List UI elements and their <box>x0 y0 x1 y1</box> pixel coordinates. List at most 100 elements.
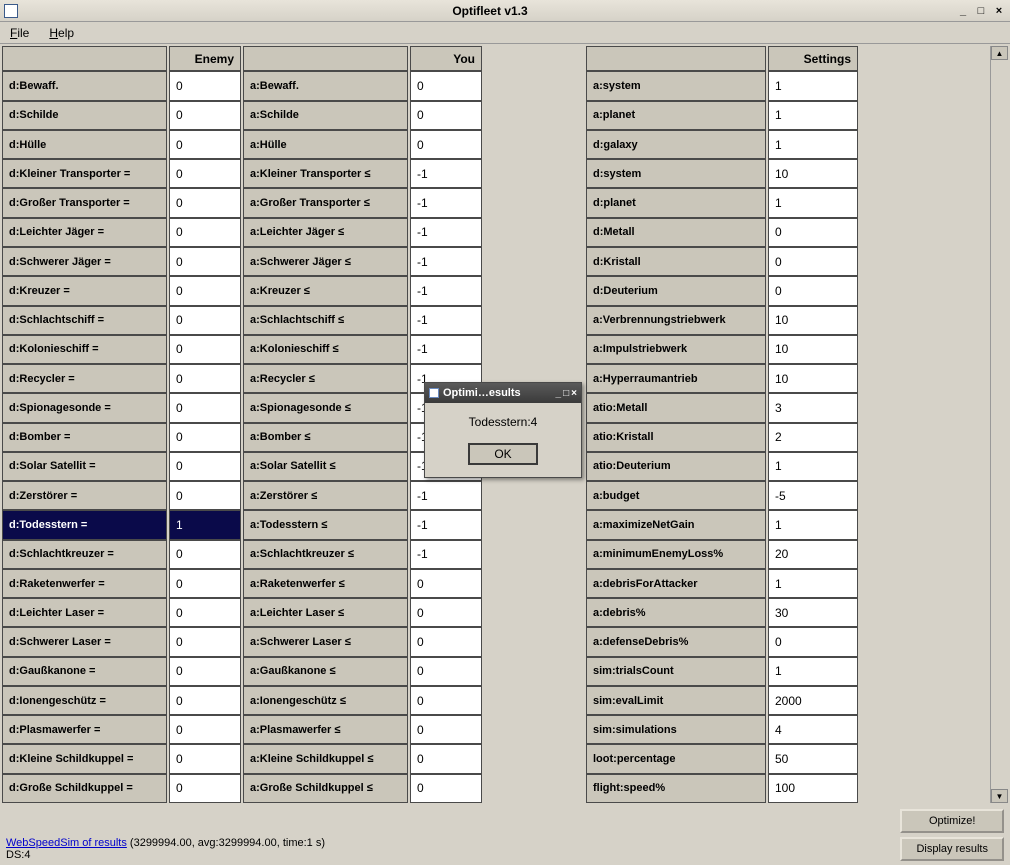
you-row-value[interactable]: 0 <box>410 101 482 130</box>
you-row-value[interactable]: -1 <box>410 276 482 305</box>
you-row-label[interactable]: a:Zerstörer ≤ <box>243 481 408 510</box>
enemy-row-label[interactable]: d:Zerstörer = <box>2 481 167 510</box>
enemy-row-label[interactable]: d:Bomber = <box>2 423 167 452</box>
you-row-value[interactable]: 0 <box>410 130 482 159</box>
enemy-row-value[interactable]: 0 <box>169 130 241 159</box>
dialog-close-button[interactable]: × <box>571 388 577 399</box>
settings-row-value[interactable]: 0 <box>768 218 858 247</box>
enemy-row-value[interactable]: 0 <box>169 247 241 276</box>
you-row-value[interactable]: 0 <box>410 569 482 598</box>
settings-row-value[interactable]: 20 <box>768 540 858 569</box>
you-row-value[interactable]: -1 <box>410 481 482 510</box>
enemy-row-label[interactable]: d:Leichter Jäger = <box>2 218 167 247</box>
settings-row-value[interactable]: -5 <box>768 481 858 510</box>
settings-row-value[interactable]: 3 <box>768 393 858 422</box>
settings-row-value[interactable]: 30 <box>768 598 858 627</box>
settings-row-label[interactable]: a:Verbrennungstriebwerk <box>586 306 766 335</box>
enemy-row-value[interactable]: 0 <box>169 335 241 364</box>
enemy-row-value[interactable]: 0 <box>169 657 241 686</box>
settings-row-value[interactable]: 1 <box>768 452 858 481</box>
settings-row-value[interactable]: 0 <box>768 276 858 305</box>
settings-row-value[interactable]: 1 <box>768 130 858 159</box>
enemy-row-value[interactable]: 0 <box>169 686 241 715</box>
enemy-row-value[interactable]: 0 <box>169 744 241 773</box>
settings-row-value[interactable]: 4 <box>768 715 858 744</box>
settings-row-value[interactable]: 1 <box>768 71 858 100</box>
enemy-row-value[interactable]: 0 <box>169 598 241 627</box>
settings-row-value[interactable]: 10 <box>768 364 858 393</box>
menu-file[interactable]: File <box>6 24 33 42</box>
settings-row-label[interactable]: a:debris% <box>586 598 766 627</box>
you-row-label[interactable]: a:Plasmawerfer ≤ <box>243 715 408 744</box>
enemy-row-label[interactable]: d:Solar Satellit = <box>2 452 167 481</box>
you-row-value[interactable]: 0 <box>410 686 482 715</box>
settings-row-value[interactable]: 10 <box>768 306 858 335</box>
settings-row-value[interactable]: 2 <box>768 423 858 452</box>
close-button[interactable]: × <box>992 4 1006 18</box>
you-row-value[interactable]: -1 <box>410 540 482 569</box>
you-row-value[interactable]: -1 <box>410 159 482 188</box>
you-row-value[interactable]: 0 <box>410 715 482 744</box>
enemy-row-label[interactable]: d:Bewaff. <box>2 71 167 100</box>
settings-row-label[interactable]: sim:simulations <box>586 715 766 744</box>
you-row-label[interactable]: a:Kleine Schildkuppel ≤ <box>243 744 408 773</box>
scroll-up-button[interactable]: ▲ <box>991 46 1008 60</box>
enemy-row-label[interactable]: d:Ionengeschütz = <box>2 686 167 715</box>
settings-row-value[interactable]: 1 <box>768 569 858 598</box>
maximize-button[interactable]: □ <box>974 4 988 18</box>
settings-row-label[interactable]: a:maximizeNetGain <box>586 510 766 539</box>
you-row-value[interactable]: 0 <box>410 598 482 627</box>
you-row-label[interactable]: a:Gaußkanone ≤ <box>243 657 408 686</box>
dialog-maximize-button[interactable]: □ <box>563 388 569 399</box>
you-row-label[interactable]: a:Schwerer Laser ≤ <box>243 627 408 656</box>
settings-row-label[interactable]: d:Metall <box>586 218 766 247</box>
enemy-row-label[interactable]: d:Großer Transporter = <box>2 188 167 217</box>
enemy-row-value[interactable]: 0 <box>169 774 241 803</box>
settings-row-label[interactable]: a:budget <box>586 481 766 510</box>
enemy-row-label[interactable]: d:Kolonieschiff = <box>2 335 167 364</box>
settings-row-label[interactable]: d:Kristall <box>586 247 766 276</box>
enemy-row-label[interactable]: d:Schilde <box>2 101 167 130</box>
enemy-row-label[interactable]: d:Recycler = <box>2 364 167 393</box>
enemy-row-value[interactable]: 0 <box>169 540 241 569</box>
you-row-value[interactable]: -1 <box>410 247 482 276</box>
enemy-row-label[interactable]: d:Todesstern = <box>2 510 167 539</box>
settings-row-value[interactable]: 0 <box>768 247 858 276</box>
you-row-value[interactable]: 0 <box>410 774 482 803</box>
enemy-row-value[interactable]: 0 <box>169 159 241 188</box>
enemy-row-label[interactable]: d:Schlachtkreuzer = <box>2 540 167 569</box>
settings-row-value[interactable]: 2000 <box>768 686 858 715</box>
settings-row-label[interactable]: a:Impulstriebwerk <box>586 335 766 364</box>
settings-row-value[interactable]: 0 <box>768 627 858 656</box>
menu-help[interactable]: Help <box>45 24 78 42</box>
settings-row-value[interactable]: 1 <box>768 188 858 217</box>
enemy-row-value[interactable]: 0 <box>169 715 241 744</box>
enemy-row-value[interactable]: 0 <box>169 306 241 335</box>
enemy-row-value[interactable]: 0 <box>169 71 241 100</box>
settings-row-label[interactable]: atio:Metall <box>586 393 766 422</box>
enemy-row-value[interactable]: 0 <box>169 276 241 305</box>
dialog-ok-button[interactable]: OK <box>468 443 537 465</box>
optimize-button[interactable]: Optimize! <box>900 809 1004 833</box>
scroll-down-button[interactable]: ▼ <box>991 789 1008 803</box>
you-row-value[interactable]: -1 <box>410 306 482 335</box>
you-row-value[interactable]: 0 <box>410 744 482 773</box>
you-row-label[interactable]: a:Todesstern ≤ <box>243 510 408 539</box>
you-row-label[interactable]: a:Schlachtkreuzer ≤ <box>243 540 408 569</box>
settings-row-label[interactable]: a:system <box>586 71 766 100</box>
settings-row-value[interactable]: 1 <box>768 657 858 686</box>
enemy-row-value[interactable]: 0 <box>169 481 241 510</box>
enemy-row-value[interactable]: 0 <box>169 101 241 130</box>
enemy-row-label[interactable]: d:Kleine Schildkuppel = <box>2 744 167 773</box>
settings-row-label[interactable]: loot:percentage <box>586 744 766 773</box>
you-row-label[interactable]: a:Recycler ≤ <box>243 364 408 393</box>
enemy-row-value[interactable]: 0 <box>169 452 241 481</box>
enemy-row-value[interactable]: 0 <box>169 423 241 452</box>
enemy-row-label[interactable]: d:Gaußkanone = <box>2 657 167 686</box>
enemy-row-label[interactable]: d:Schwerer Laser = <box>2 627 167 656</box>
enemy-row-label[interactable]: d:Hülle <box>2 130 167 159</box>
settings-row-value[interactable]: 100 <box>768 774 858 803</box>
settings-row-label[interactable]: a:defenseDebris% <box>586 627 766 656</box>
dialog-minimize-button[interactable]: _ <box>556 388 562 399</box>
you-row-label[interactable]: a:Bomber ≤ <box>243 423 408 452</box>
